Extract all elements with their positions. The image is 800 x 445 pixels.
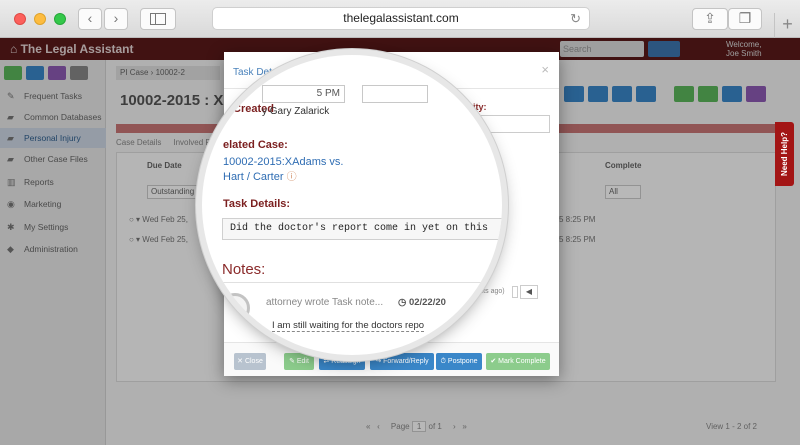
- minimize-window-button[interactable]: [34, 13, 46, 25]
- browser-toolbar: ‹ › thelegalassistant.com ↻ ⇪ ❐ +: [0, 0, 800, 38]
- back-button[interactable]: ‹: [78, 8, 102, 30]
- forward-reply-button[interactable]: ↪ Forward/Reply: [370, 353, 434, 370]
- created-time-field[interactable]: 5 PM: [262, 85, 345, 103]
- related-case-link-line2: Hart / Carter: [223, 171, 284, 183]
- reassign-button[interactable]: ⇄ Reassign: [319, 353, 365, 370]
- sidebar-icon: [150, 13, 166, 25]
- new-tab-button[interactable]: +: [774, 13, 800, 38]
- note-action[interactable]: [512, 286, 518, 298]
- note-announce-button[interactable]: ◀: [520, 285, 538, 299]
- share-icon: ⇪: [704, 10, 716, 26]
- clock-icon: ◷: [398, 297, 407, 308]
- note-author: attorney wrote Task note...: [266, 297, 384, 308]
- related-case-link-line1: 10002-2015:XAdams vs.: [223, 156, 344, 168]
- close-button[interactable]: ✕ Close: [234, 353, 266, 370]
- chevron-right-icon: ›: [113, 10, 119, 26]
- postpone-button[interactable]: ⏱ Postpone: [436, 353, 482, 370]
- need-help-tab[interactable]: Need Help?: [775, 122, 794, 186]
- address-bar[interactable]: thelegalassistant.com ↻: [212, 7, 590, 30]
- forward-button[interactable]: ›: [104, 8, 128, 30]
- reload-icon[interactable]: ↻: [570, 8, 581, 29]
- note-body[interactable]: I am still waiting for the doctors repo: [272, 320, 425, 332]
- related-case-label: elated Case:: [223, 139, 288, 151]
- notes-divider: [222, 282, 502, 283]
- edit-button[interactable]: ✎ Edit: [284, 353, 314, 370]
- note-date-text: 02/22/20: [408, 297, 446, 308]
- avatar: [220, 293, 250, 323]
- created-date-field[interactable]: [362, 85, 428, 103]
- share-button[interactable]: ⇪: [692, 8, 728, 30]
- notes-heading: Notes:: [222, 261, 266, 278]
- megaphone-icon: ◀: [525, 287, 533, 296]
- mark-complete-button[interactable]: ✔ Mark Complete: [486, 353, 550, 370]
- magnifier-lens: 5 PM Created y Gary Zalarick elated Case…: [202, 55, 502, 355]
- info-icon[interactable]: ⓘ: [287, 172, 297, 183]
- zoom-window-button[interactable]: [54, 13, 66, 25]
- created-by: y Gary Zalarick: [262, 106, 330, 117]
- sidebar-toggle-button[interactable]: [140, 8, 176, 30]
- related-case-link[interactable]: 10002-2015:XAdams vs. Hart / Carter ⓘ: [223, 155, 343, 185]
- magnified-content: 5 PM Created y Gary Zalarick elated Case…: [202, 55, 502, 355]
- chevron-left-icon: ‹: [87, 10, 93, 26]
- note-date: ◷ 02/22/20: [398, 297, 446, 308]
- task-details-field[interactable]: Did the doctor's report come in yet on t…: [222, 218, 502, 240]
- close-icon[interactable]: ×: [541, 62, 549, 77]
- task-details-label: Task Details:: [223, 198, 291, 210]
- tabs-icon: ❐: [738, 10, 752, 26]
- tabs-overview-button[interactable]: ❐: [728, 8, 762, 30]
- close-window-button[interactable]: [14, 13, 26, 25]
- url-text: thelegalassistant.com: [343, 11, 459, 25]
- plus-icon: +: [782, 14, 793, 34]
